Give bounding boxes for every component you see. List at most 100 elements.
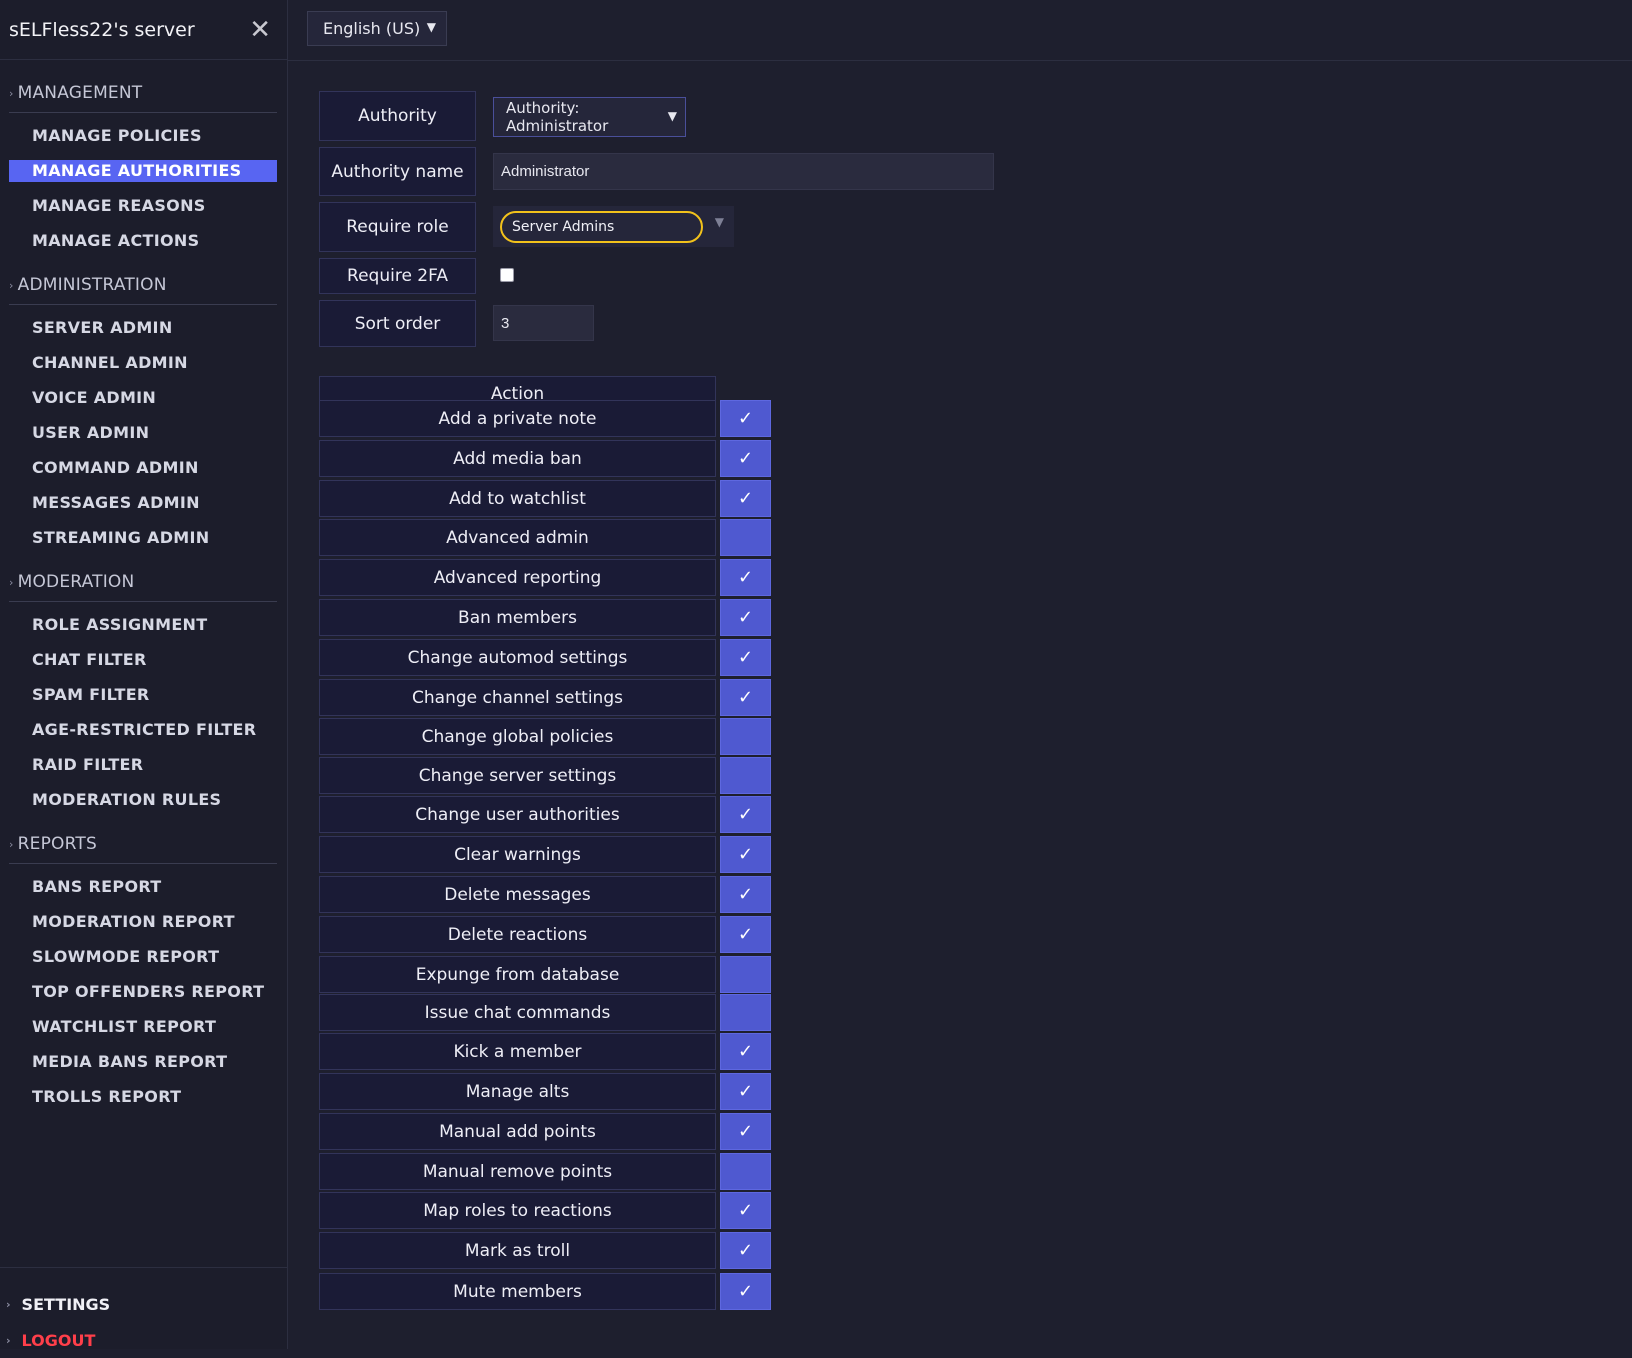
role-chip[interactable]: Server Admins — [500, 211, 703, 243]
authority-select-value: Authority: Administrator — [506, 99, 609, 135]
action-permission-checkbox[interactable]: ✓ — [720, 559, 771, 596]
action-name: Manual add points — [319, 1113, 716, 1150]
action-permission-checkbox[interactable] — [720, 519, 771, 556]
action-permission-checkbox[interactable] — [720, 1153, 771, 1190]
sidebar-item-streaming-admin[interactable]: STREAMING ADMIN — [9, 527, 277, 549]
authority-name-input[interactable] — [493, 153, 994, 190]
action-permission-checkbox[interactable]: ✓ — [720, 1192, 771, 1229]
action-name: Delete reactions — [319, 916, 716, 953]
sidebar-item-channel-admin[interactable]: CHANNEL ADMIN — [9, 352, 277, 374]
action-permission-checkbox[interactable]: ✓ — [720, 876, 771, 913]
table-row: Manage alts ✓ — [319, 1073, 771, 1110]
nav-section-title[interactable]: › MODERATION — [9, 563, 277, 602]
require-role-select[interactable]: Server Admins ▼ — [493, 206, 734, 247]
table-row: Change automod settings ✓ — [319, 639, 771, 676]
sidebar-item-top-offenders-report[interactable]: TOP OFFENDERS REPORT — [9, 981, 277, 1003]
logout-link[interactable]: › LOGOUT — [0, 1322, 288, 1358]
sidebar-item-age-restricted-filter[interactable]: AGE-RESTRICTED FILTER — [9, 719, 277, 741]
action-name: Manage alts — [319, 1073, 716, 1110]
table-row: Advanced reporting ✓ — [319, 559, 771, 596]
table-row: Mark as troll ✓ — [319, 1232, 771, 1269]
checkmark-icon: ✓ — [737, 1041, 754, 1062]
action-permission-checkbox[interactable]: ✓ — [720, 796, 771, 833]
sidebar-item-role-assignment[interactable]: ROLE ASSIGNMENT — [9, 614, 277, 636]
sidebar-header: sELFless22's server ✕ — [0, 0, 287, 60]
action-permission-checkbox[interactable]: ✓ — [720, 1232, 771, 1269]
action-permission-checkbox[interactable]: ✓ — [720, 836, 771, 873]
action-name: Change server settings — [319, 757, 716, 794]
sidebar-item-moderation-rules[interactable]: MODERATION RULES — [9, 789, 277, 811]
sidebar-item-slowmode-report[interactable]: SLOWMODE REPORT — [9, 946, 277, 968]
sidebar-item-manage-actions[interactable]: MANAGE ACTIONS — [9, 230, 277, 252]
sidebar-item-spam-filter[interactable]: SPAM FILTER — [9, 684, 277, 706]
action-permission-checkbox[interactable]: ✓ — [720, 1273, 771, 1310]
action-permission-checkbox[interactable] — [720, 757, 771, 794]
action-name: Ban members — [319, 599, 716, 636]
nav-section: › REPORTS BANS REPORT MODERATION REPORT SLOW… — [0, 825, 287, 1108]
sidebar-item-manage-policies[interactable]: MANAGE POLICIES — [9, 125, 277, 147]
checkmark-icon: ✓ — [737, 1200, 754, 1221]
action-permission-checkbox[interactable]: ✓ — [720, 1073, 771, 1110]
checkmark-icon: ✓ — [737, 1081, 754, 1102]
action-name: Issue chat commands — [319, 994, 716, 1031]
action-permission-checkbox[interactable]: ✓ — [720, 679, 771, 716]
sort-order-label: Sort order — [319, 300, 476, 347]
logout-label: LOGOUT — [21, 1330, 96, 1350]
checkmark-icon: ✓ — [737, 804, 754, 825]
sidebar-item-command-admin[interactable]: COMMAND ADMIN — [9, 457, 277, 479]
sidebar-item-watchlist-report[interactable]: WATCHLIST REPORT — [9, 1016, 277, 1038]
settings-link[interactable]: › SETTINGS — [0, 1286, 288, 1322]
action-name: Add to watchlist — [319, 480, 716, 517]
sidebar-item-bans-report[interactable]: BANS REPORT — [9, 876, 277, 898]
table-row: Kick a member ✓ — [319, 1033, 771, 1070]
checkmark-icon: ✓ — [737, 884, 754, 905]
action-permission-checkbox[interactable]: ✓ — [720, 400, 771, 437]
checkmark-icon: ✓ — [737, 408, 754, 429]
sidebar-item-manage-reasons[interactable]: MANAGE REASONS — [9, 195, 277, 217]
action-permission-checkbox[interactable]: ✓ — [720, 639, 771, 676]
nav-section-title[interactable]: › ADMINISTRATION — [9, 266, 277, 305]
action-name: Kick a member — [319, 1033, 716, 1070]
chevron-right-icon: › — [9, 278, 14, 292]
sidebar-item-moderation-report[interactable]: MODERATION REPORT — [9, 911, 277, 933]
nav-section-title[interactable]: › REPORTS — [9, 825, 277, 864]
sidebar-nav: › MANAGEMENT MANAGE POLICIES MANAGE AUTHORI… — [0, 74, 287, 1108]
action-name: Mute members — [319, 1273, 716, 1310]
nav-section-title[interactable]: › MANAGEMENT — [9, 74, 277, 113]
action-permission-checkbox[interactable] — [720, 718, 771, 755]
checkmark-icon: ✓ — [737, 567, 754, 588]
action-permission-checkbox[interactable]: ✓ — [720, 1113, 771, 1150]
sidebar-item-chat-filter[interactable]: CHAT FILTER — [9, 649, 277, 671]
sidebar-item-messages-admin[interactable]: MESSAGES ADMIN — [9, 492, 277, 514]
sidebar-footer: › SETTINGS › LOGOUT — [0, 1267, 288, 1358]
chevron-down-icon[interactable]: ▼ — [715, 215, 724, 229]
table-row: Add media ban ✓ — [319, 440, 771, 477]
action-permission-checkbox[interactable]: ✓ — [720, 440, 771, 477]
sidebar-item-server-admin[interactable]: SERVER ADMIN — [9, 317, 277, 339]
table-row: Delete reactions ✓ — [319, 916, 771, 953]
sidebar-item-manage-authorities[interactable]: MANAGE AUTHORITIES — [9, 160, 277, 182]
sidebar-item-voice-admin[interactable]: VOICE ADMIN — [9, 387, 277, 409]
action-name: Manual remove points — [319, 1153, 716, 1190]
action-permission-checkbox[interactable]: ✓ — [720, 599, 771, 636]
close-icon[interactable]: ✕ — [249, 17, 271, 43]
action-name: Clear warnings — [319, 836, 716, 873]
chevron-down-icon: ▼ — [426, 20, 436, 34]
sort-order-input[interactable] — [493, 305, 594, 341]
action-permission-checkbox[interactable]: ✓ — [720, 480, 771, 517]
action-permission-checkbox[interactable]: ✓ — [720, 916, 771, 953]
sidebar-item-trolls-report[interactable]: TROLLS REPORT — [9, 1086, 277, 1108]
sidebar-item-user-admin[interactable]: USER ADMIN — [9, 422, 277, 444]
nav-section-label: MANAGEMENT — [17, 83, 143, 103]
action-name: Mark as troll — [319, 1232, 716, 1269]
action-permission-checkbox[interactable]: ✓ — [720, 1033, 771, 1070]
sidebar-item-raid-filter[interactable]: RAID FILTER — [9, 754, 277, 776]
require-2fa-checkbox[interactable] — [500, 268, 514, 282]
action-name: Change channel settings — [319, 679, 716, 716]
authority-select[interactable]: Authority: Administrator ▼ — [493, 97, 686, 137]
action-permission-checkbox[interactable] — [720, 994, 771, 1031]
action-permission-checkbox[interactable] — [720, 956, 771, 993]
sidebar-item-media-bans-report[interactable]: MEDIA BANS REPORT — [9, 1051, 277, 1073]
language-select[interactable]: English (US) ▼ — [307, 11, 447, 46]
action-name: Advanced reporting — [319, 559, 716, 596]
